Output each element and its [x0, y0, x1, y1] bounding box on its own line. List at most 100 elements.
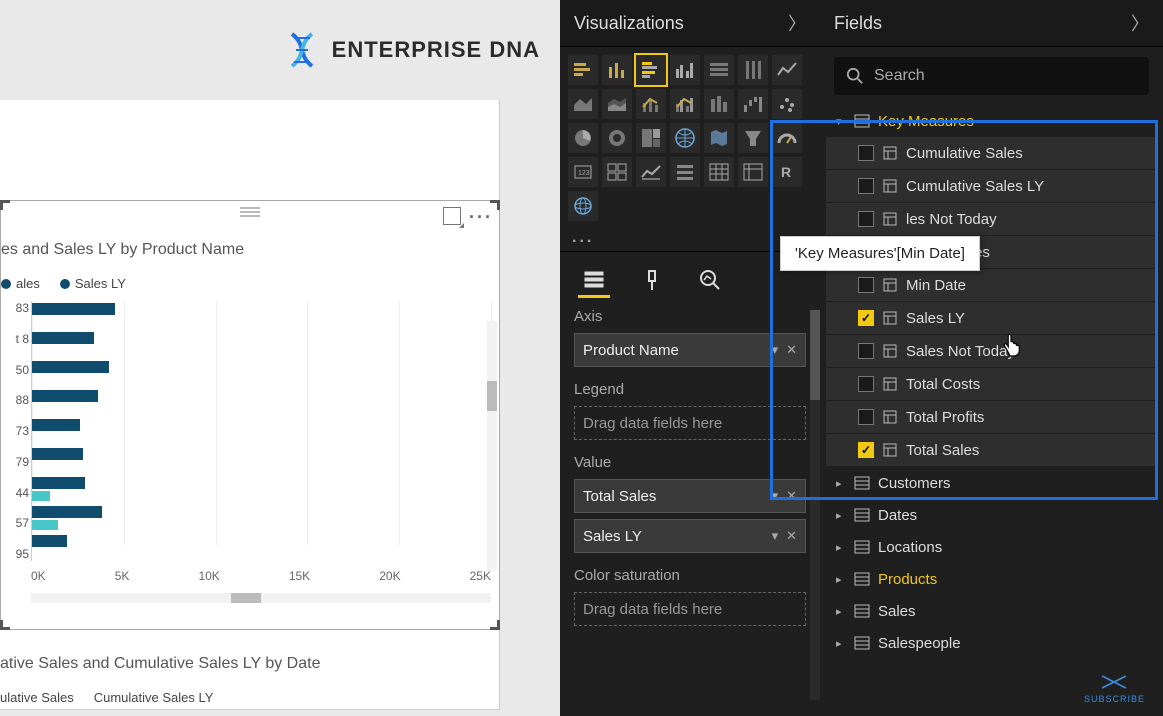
remove-icon[interactable]: ✕ [786, 528, 797, 544]
bar-total-sales[interactable] [32, 361, 109, 373]
chevron-down-icon[interactable]: ▾ [772, 342, 779, 358]
bar-total-sales[interactable] [32, 303, 115, 315]
viz-multi-card-icon[interactable] [602, 157, 632, 187]
viz-gauge-icon[interactable] [772, 123, 802, 153]
field-checkbox[interactable] [858, 211, 874, 227]
viz-filled-map-icon[interactable] [704, 123, 734, 153]
more-options-icon[interactable]: ··· [469, 207, 493, 228]
expand-arrow-icon[interactable]: ▾ [836, 115, 846, 128]
viz-pane-scrollbar[interactable] [810, 310, 820, 700]
viz-scatter-icon[interactable] [772, 89, 802, 119]
bar-total-sales[interactable] [32, 477, 85, 489]
viz-matrix-icon[interactable] [738, 157, 768, 187]
expand-arrow-icon[interactable]: ▸ [836, 605, 846, 618]
field-checkbox[interactable] [858, 376, 874, 392]
viz-r-icon[interactable]: R [772, 157, 802, 187]
legend-well-drop[interactable]: Drag data fields here [574, 406, 806, 440]
bar-row [32, 446, 491, 475]
bar-sales-ly[interactable] [32, 520, 58, 530]
field-cumulative-sales[interactable]: Cumulative Sales [826, 137, 1157, 169]
table-dates[interactable]: ▸Dates [826, 499, 1157, 531]
expand-arrow-icon[interactable]: ▸ [836, 509, 846, 522]
remove-icon[interactable]: ✕ [786, 342, 797, 358]
fields-pane-header[interactable]: Fields 〉 [820, 0, 1163, 47]
table-key-measures[interactable]: ▾Key Measures [826, 105, 1157, 137]
analytics-tab[interactable] [694, 262, 726, 298]
viz-ribbon-icon[interactable] [704, 89, 734, 119]
viz-line-stacked-column-icon[interactable] [636, 89, 666, 119]
remove-icon[interactable]: ✕ [786, 488, 797, 504]
field-min-date[interactable]: Min Date [826, 269, 1157, 301]
field-total-sales[interactable]: Total Sales [826, 434, 1157, 466]
bar-sales-ly[interactable] [32, 491, 50, 501]
viz-table-icon[interactable] [704, 157, 734, 187]
viz-stacked-column-icon[interactable] [602, 55, 632, 85]
field-total-profits[interactable]: Total Profits [826, 401, 1157, 433]
bar-total-sales[interactable] [32, 332, 94, 344]
drag-handle-icon[interactable] [240, 207, 260, 217]
field-cumulative-sales-not-today[interactable]: les Not Today [826, 203, 1157, 235]
bar-total-sales[interactable] [32, 506, 102, 518]
viz-clustered-column-icon[interactable] [670, 55, 700, 85]
chevron-down-icon[interactable]: ▾ [772, 528, 779, 544]
field-checkbox[interactable] [858, 145, 874, 161]
table-locations[interactable]: ▸Locations [826, 531, 1157, 563]
field-checkbox[interactable] [858, 310, 874, 326]
bar-chart-visual[interactable]: ··· es and Sales LY by Product Name ales… [0, 200, 500, 630]
viz-waterfall-icon[interactable] [738, 89, 768, 119]
bar-total-sales[interactable] [32, 448, 83, 460]
fields-tab[interactable] [578, 262, 610, 298]
chart-v-scrollbar[interactable] [487, 321, 497, 571]
expand-arrow-icon[interactable]: ▸ [836, 541, 846, 554]
chevron-right-icon[interactable]: 〉 [788, 10, 806, 36]
value-well-item-2[interactable]: Sales LY ▾✕ [574, 519, 806, 553]
expand-arrow-icon[interactable]: ▸ [836, 477, 846, 490]
chevron-right-icon[interactable]: 〉 [1131, 10, 1149, 36]
viz-pane-header[interactable]: Visualizations 〉 [560, 0, 820, 47]
expand-arrow-icon[interactable]: ▸ [836, 637, 846, 650]
expand-arrow-icon[interactable]: ▸ [836, 573, 846, 586]
table-customers[interactable]: ▸Customers [826, 467, 1157, 499]
brand-text: ENTERPRISE DNA [332, 37, 540, 63]
field-checkbox[interactable] [858, 178, 874, 194]
viz-100stacked-column-icon[interactable] [738, 55, 768, 85]
table-sales[interactable]: ▸Sales [826, 595, 1157, 627]
fields-search-input[interactable]: Search [834, 57, 1149, 95]
viz-pie-icon[interactable] [568, 123, 598, 153]
viz-stacked-bar-icon[interactable] [568, 55, 598, 85]
table-products[interactable]: ▸Products [826, 563, 1157, 595]
focus-mode-icon[interactable] [443, 207, 461, 225]
chevron-down-icon[interactable]: ▾ [772, 488, 779, 504]
field-checkbox[interactable] [858, 343, 874, 359]
bar-total-sales[interactable] [32, 535, 67, 547]
field-checkbox[interactable] [858, 277, 874, 293]
viz-map-icon[interactable] [670, 123, 700, 153]
field-total-costs[interactable]: Total Costs [826, 368, 1157, 400]
viz-area-icon[interactable] [568, 89, 598, 119]
format-tab[interactable] [636, 262, 668, 298]
viz-line-clustered-column-icon[interactable] [670, 89, 700, 119]
viz-slicer-icon[interactable] [670, 157, 700, 187]
value-well-item-1[interactable]: Total Sales ▾✕ [574, 479, 806, 513]
viz-funnel-icon[interactable] [738, 123, 768, 153]
bar-total-sales[interactable] [32, 419, 80, 431]
viz-card-icon[interactable]: 123 [568, 157, 598, 187]
field-checkbox[interactable] [858, 442, 874, 458]
chart-h-scrollbar[interactable] [31, 593, 491, 603]
viz-kpi-icon[interactable] [636, 157, 666, 187]
bar-total-sales[interactable] [32, 390, 98, 402]
field-sales-ly[interactable]: Sales LY [826, 302, 1157, 334]
viz-stacked-area-icon[interactable] [602, 89, 632, 119]
viz-clustered-bar-icon[interactable] [636, 55, 666, 85]
viz-donut-icon[interactable] [602, 123, 632, 153]
viz-line-icon[interactable] [772, 55, 802, 85]
axis-well-item[interactable]: Product Name ▾✕ [574, 333, 806, 367]
viz-arcgis-icon[interactable] [568, 191, 598, 221]
colorsat-well-drop[interactable]: Drag data fields here [574, 592, 806, 626]
table-salespeople[interactable]: ▸Salespeople [826, 627, 1157, 659]
viz-treemap-icon[interactable] [636, 123, 666, 153]
field-cumulative-sales-ly[interactable]: Cumulative Sales LY [826, 170, 1157, 202]
field-sales-not-today[interactable]: Sales Not Today [826, 335, 1157, 367]
field-checkbox[interactable] [858, 409, 874, 425]
viz-100stacked-bar-icon[interactable] [704, 55, 734, 85]
